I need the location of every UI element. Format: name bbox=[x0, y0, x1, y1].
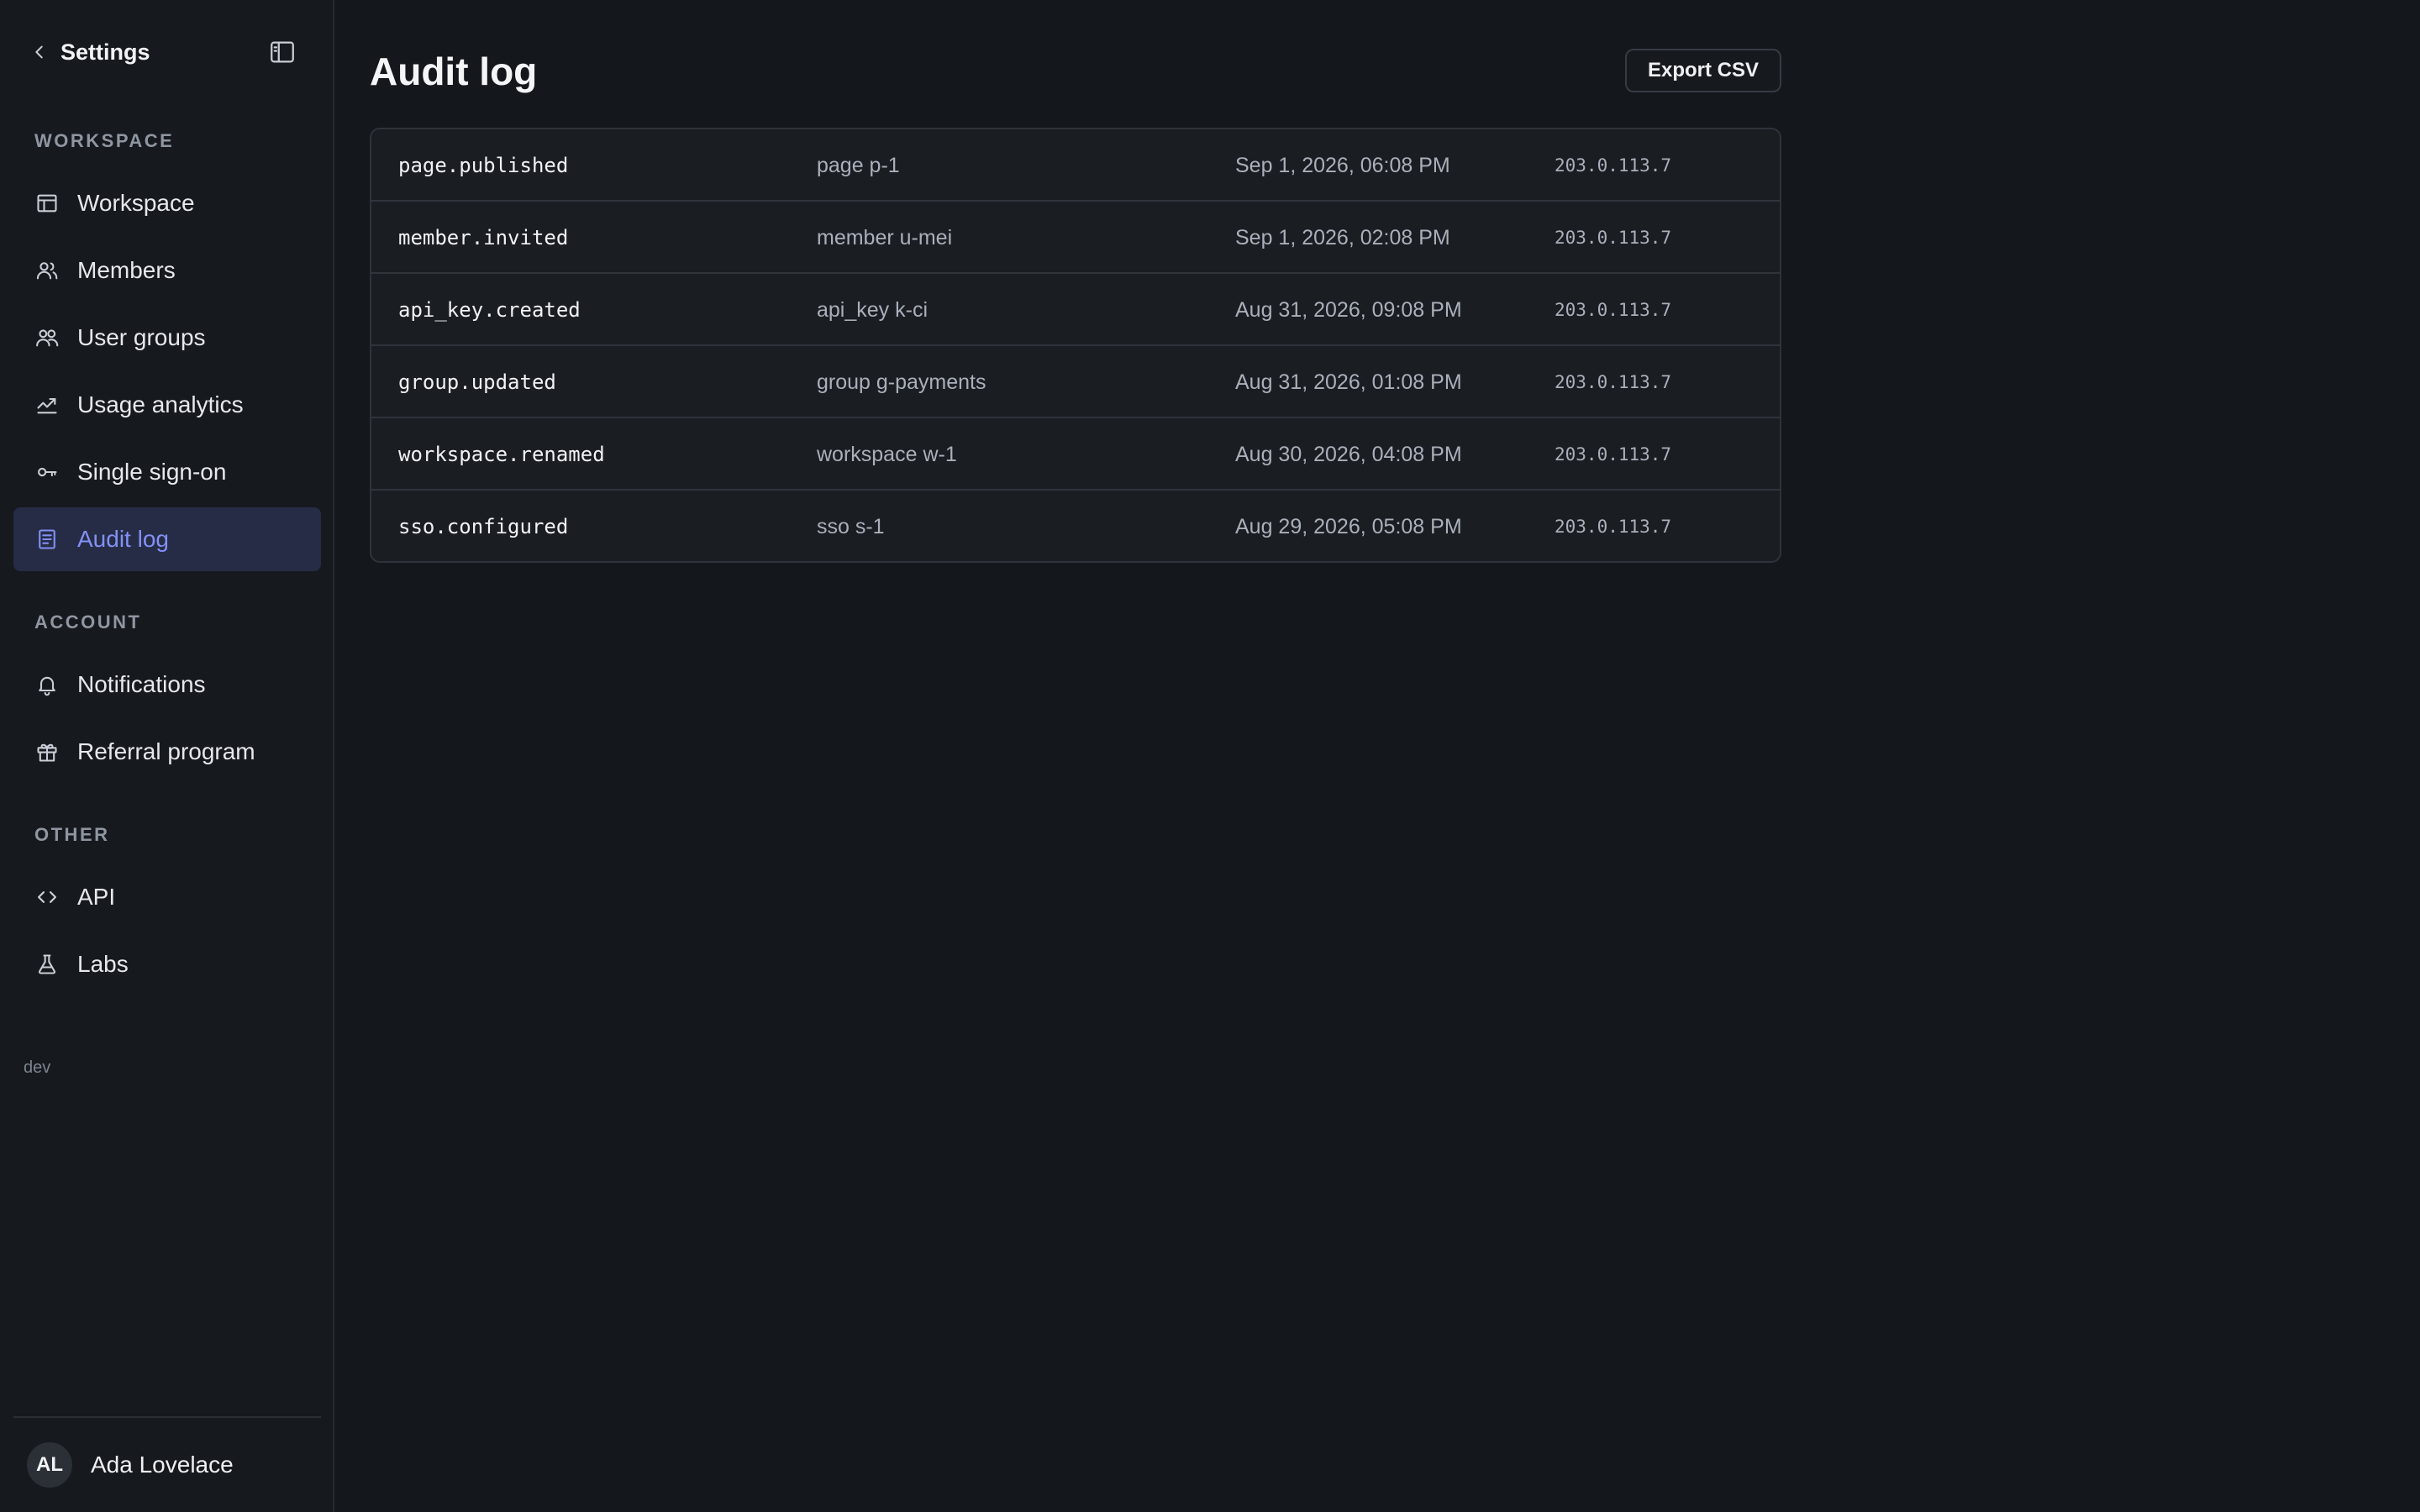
event-ip-address: 203.0.113.7 bbox=[1555, 444, 1672, 465]
event-ip-address: 203.0.113.7 bbox=[1555, 517, 1672, 537]
user-name: Ada Lovelace bbox=[91, 1452, 234, 1478]
sidebar-item-workspace[interactable]: Workspace bbox=[13, 171, 321, 235]
event-action: group.updated bbox=[398, 370, 556, 394]
event-timestamp: Sep 1, 2026, 02:08 PM bbox=[1235, 225, 1450, 249]
user-group-icon bbox=[34, 325, 60, 350]
sidebar-item-label: Single sign-on bbox=[77, 459, 227, 485]
event-action: member.invited bbox=[398, 226, 569, 249]
bell-icon bbox=[34, 672, 60, 697]
export-csv-button[interactable]: Export CSV bbox=[1625, 49, 1781, 92]
page-title: Audit log bbox=[370, 50, 538, 93]
event-ip-address: 203.0.113.7 bbox=[1555, 372, 1672, 392]
sidebar-item-referral-program[interactable]: Referral program bbox=[13, 720, 321, 784]
event-ip-address: 203.0.113.7 bbox=[1555, 300, 1672, 320]
sidebar-item-usage-analytics[interactable]: Usage analytics bbox=[13, 373, 321, 437]
sidebar-item-audit-log[interactable]: Audit log bbox=[13, 507, 321, 571]
table-row: sso.configured sso s-1 Aug 29, 2026, 05:… bbox=[371, 491, 1780, 561]
sidebar-item-label: Workspace bbox=[77, 190, 195, 216]
sidebar-item-label: Labs bbox=[77, 951, 129, 977]
section-title-workspace: WORKSPACE bbox=[34, 130, 175, 151]
event-target: api_key k-ci bbox=[817, 297, 928, 322]
sidebar-toggle-icon bbox=[271, 41, 294, 63]
sidebar-item-label: Members bbox=[77, 257, 176, 283]
sidebar-item-single-sign-on[interactable]: Single sign-on bbox=[13, 440, 321, 504]
user-profile[interactable]: AL Ada Lovelace bbox=[13, 1416, 321, 1512]
table-row: api_key.created api_key k-ci Aug 31, 202… bbox=[371, 274, 1780, 346]
key-icon bbox=[34, 459, 60, 485]
table-row: member.invited member u-mei Sep 1, 2026,… bbox=[371, 202, 1780, 274]
event-action: api_key.created bbox=[398, 298, 581, 322]
code-icon bbox=[34, 885, 60, 910]
sidebar-item-user-groups[interactable]: User groups bbox=[13, 306, 321, 370]
sidebar-item-members[interactable]: Members bbox=[13, 239, 321, 302]
back-to-settings-button[interactable]: Settings bbox=[30, 35, 150, 69]
event-action: page.published bbox=[398, 154, 569, 177]
event-ip-address: 203.0.113.7 bbox=[1555, 228, 1672, 248]
event-target: group g-payments bbox=[817, 370, 986, 394]
collapse-sidebar-button[interactable] bbox=[266, 35, 299, 69]
trend-chart-icon bbox=[34, 392, 60, 417]
sidebar-item-label: Usage analytics bbox=[77, 391, 244, 417]
event-action: sso.configured bbox=[398, 515, 569, 538]
avatar: AL bbox=[27, 1442, 72, 1488]
sidebar-item-label: User groups bbox=[77, 324, 206, 350]
table-row: page.published page p-1 Sep 1, 2026, 06:… bbox=[371, 129, 1780, 202]
main-content: Audit log Export CSV page.published page… bbox=[336, 0, 2420, 1512]
sidebar-item-label: Audit log bbox=[77, 526, 169, 552]
sidebar-item-label: Notifications bbox=[77, 671, 206, 697]
event-action: workspace.renamed bbox=[398, 443, 605, 466]
section-title-account: ACCOUNT bbox=[34, 612, 142, 633]
table-row: group.updated group g-payments Aug 31, 2… bbox=[371, 346, 1780, 418]
app: Settings WORKSPACE Workspace Members Use… bbox=[0, 0, 2420, 1512]
sidebar-item-labs[interactable]: Labs bbox=[13, 932, 321, 996]
environment-tag: dev bbox=[24, 1058, 51, 1077]
gift-icon bbox=[34, 739, 60, 764]
sidebar-item-notifications[interactable]: Notifications bbox=[13, 653, 321, 717]
users-icon bbox=[34, 258, 60, 283]
sidebar-header: Settings bbox=[0, 0, 334, 104]
section-title-other: OTHER bbox=[34, 824, 110, 845]
sidebar-item-api[interactable]: API bbox=[13, 865, 321, 929]
document-list-icon bbox=[34, 527, 60, 552]
flask-icon bbox=[34, 952, 60, 977]
chevron-left-icon bbox=[35, 45, 43, 59]
event-target: member u-mei bbox=[817, 225, 953, 249]
event-target: sso s-1 bbox=[817, 514, 885, 538]
sidebar-item-label: Referral program bbox=[77, 738, 255, 764]
event-target: workspace w-1 bbox=[817, 442, 957, 466]
event-timestamp: Aug 31, 2026, 01:08 PM bbox=[1235, 370, 1462, 394]
layout-icon bbox=[34, 191, 60, 216]
event-timestamp: Aug 30, 2026, 04:08 PM bbox=[1235, 442, 1462, 466]
event-ip-address: 203.0.113.7 bbox=[1555, 155, 1672, 176]
table-row: workspace.renamed workspace w-1 Aug 30, … bbox=[371, 418, 1780, 491]
event-timestamp: Sep 1, 2026, 06:08 PM bbox=[1235, 153, 1450, 177]
sidebar: Settings WORKSPACE Workspace Members Use… bbox=[0, 0, 334, 1512]
event-timestamp: Aug 29, 2026, 05:08 PM bbox=[1235, 514, 1462, 538]
event-target: page p-1 bbox=[817, 153, 900, 177]
settings-label: Settings bbox=[60, 39, 150, 65]
audit-log-table: page.published page p-1 Sep 1, 2026, 06:… bbox=[370, 128, 1781, 563]
event-timestamp: Aug 31, 2026, 09:08 PM bbox=[1235, 297, 1462, 322]
sidebar-item-label: API bbox=[77, 884, 116, 910]
